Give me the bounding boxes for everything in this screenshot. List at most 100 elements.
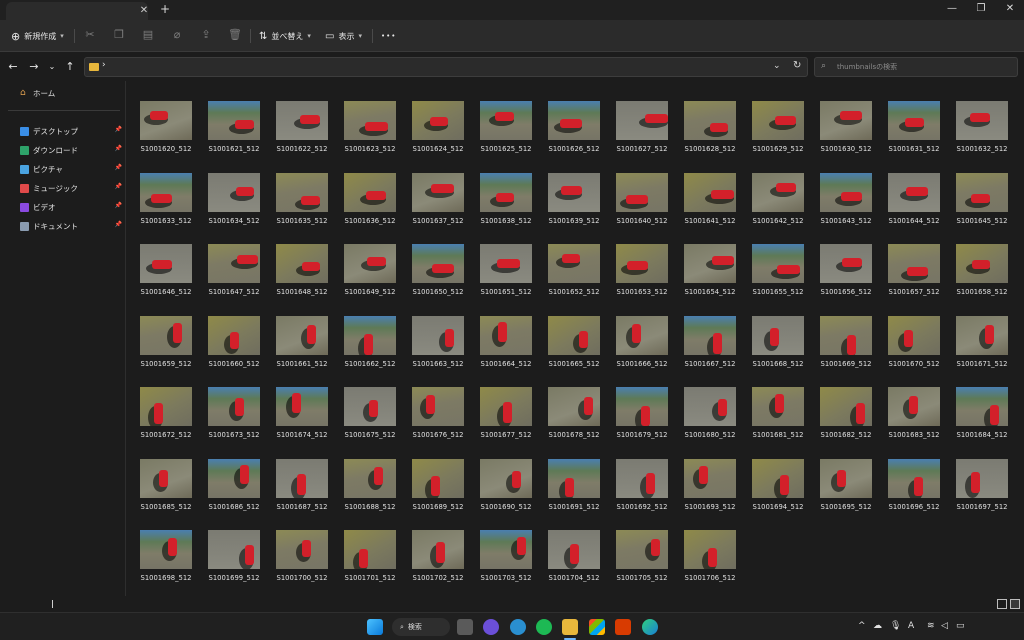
pin-icon[interactable]: 📌 bbox=[115, 202, 122, 209]
tab-close-icon[interactable]: ✕ bbox=[138, 5, 150, 17]
file-item[interactable]: S1001661_512 bbox=[270, 296, 330, 368]
file-item[interactable]: S1001667_512 bbox=[678, 296, 738, 368]
file-item[interactable]: S1001701_512 bbox=[338, 510, 398, 582]
file-item[interactable]: S1001681_512 bbox=[746, 367, 806, 439]
breadcrumb-separator[interactable]: › bbox=[102, 60, 106, 70]
file-item[interactable]: S1001655_512 bbox=[746, 224, 806, 296]
sidebar-item-quick-access[interactable]: ピクチャ 📌 bbox=[20, 162, 124, 176]
file-item[interactable]: S1001702_512 bbox=[406, 510, 466, 582]
sidebar-item-quick-access[interactable]: ドキュメント 📌 bbox=[20, 219, 124, 233]
minimize-button[interactable]: — bbox=[944, 2, 960, 16]
maximize-button[interactable]: ❐ bbox=[973, 2, 989, 16]
file-item[interactable]: S1001632_512 bbox=[950, 81, 1010, 153]
file-item[interactable]: S1001627_512 bbox=[610, 81, 670, 153]
file-item[interactable]: S1001623_512 bbox=[338, 81, 398, 153]
file-item[interactable]: S1001685_512 bbox=[134, 439, 194, 511]
sidebar-item-home[interactable]: ⌂ ホーム bbox=[20, 86, 124, 100]
file-item[interactable]: S1001675_512 bbox=[338, 367, 398, 439]
file-item[interactable]: S1001699_512 bbox=[202, 510, 262, 582]
file-item[interactable]: S1001679_512 bbox=[610, 367, 670, 439]
delete-icon[interactable]: 🗑 bbox=[228, 28, 242, 42]
file-item[interactable]: S1001686_512 bbox=[202, 439, 262, 511]
file-item[interactable]: S1001634_512 bbox=[202, 153, 262, 225]
pin-icon[interactable]: 📌 bbox=[115, 164, 122, 171]
search-box[interactable]: ⌕ bbox=[814, 57, 1018, 77]
globe-icon[interactable] bbox=[510, 619, 526, 635]
back-arrow-icon[interactable]: ← bbox=[6, 60, 20, 74]
file-item[interactable]: S1001628_512 bbox=[678, 81, 738, 153]
file-item[interactable]: S1001659_512 bbox=[134, 296, 194, 368]
file-item[interactable]: S1001690_512 bbox=[474, 439, 534, 511]
file-item[interactable]: S1001635_512 bbox=[270, 153, 330, 225]
store-icon[interactable] bbox=[589, 619, 605, 635]
file-item[interactable]: S1001644_512 bbox=[882, 153, 942, 225]
tab-current[interactable]: ✕ bbox=[6, 2, 148, 20]
sidebar-item-quick-access[interactable]: デスクトップ 📌 bbox=[20, 124, 124, 138]
file-item[interactable]: S1001658_512 bbox=[950, 224, 1010, 296]
copy-icon[interactable]: ❐ bbox=[112, 28, 126, 42]
file-item[interactable]: S1001656_512 bbox=[814, 224, 874, 296]
file-item[interactable]: S1001688_512 bbox=[338, 439, 398, 511]
file-item[interactable]: S1001622_512 bbox=[270, 81, 330, 153]
file-item[interactable]: S1001654_512 bbox=[678, 224, 738, 296]
file-item[interactable]: S1001680_512 bbox=[678, 367, 738, 439]
file-item[interactable]: S1001676_512 bbox=[406, 367, 466, 439]
file-item[interactable]: S1001652_512 bbox=[542, 224, 602, 296]
close-button[interactable]: ✕ bbox=[1002, 2, 1018, 16]
battery-icon[interactable]: ▭ bbox=[956, 621, 965, 631]
forward-arrow-icon[interactable]: → bbox=[27, 60, 41, 74]
file-item[interactable]: S1001637_512 bbox=[406, 153, 466, 225]
file-item[interactable]: S1001689_512 bbox=[406, 439, 466, 511]
file-item[interactable]: S1001692_512 bbox=[610, 439, 670, 511]
search-input[interactable] bbox=[837, 60, 1013, 74]
view-button[interactable]: ▭ 表示 ▾ bbox=[325, 28, 362, 44]
file-item[interactable]: S1001653_512 bbox=[610, 224, 670, 296]
file-item[interactable]: S1001668_512 bbox=[746, 296, 806, 368]
file-item[interactable]: S1001625_512 bbox=[474, 81, 534, 153]
file-item[interactable]: S1001683_512 bbox=[882, 367, 942, 439]
chat-icon[interactable] bbox=[483, 619, 499, 635]
file-item[interactable]: S1001672_512 bbox=[134, 367, 194, 439]
volume-icon[interactable]: ◁ bbox=[941, 621, 948, 631]
file-item[interactable]: S1001647_512 bbox=[202, 224, 262, 296]
sidebar-item-quick-access[interactable]: ビデオ 📌 bbox=[20, 200, 124, 214]
task-view-icon[interactable] bbox=[457, 619, 473, 635]
file-item[interactable]: S1001641_512 bbox=[678, 153, 738, 225]
sidebar-item-quick-access[interactable]: ダウンロード 📌 bbox=[20, 143, 124, 157]
file-item[interactable]: S1001664_512 bbox=[474, 296, 534, 368]
file-item[interactable]: S1001687_512 bbox=[270, 439, 330, 511]
file-item[interactable]: S1001697_512 bbox=[950, 439, 1010, 511]
file-item[interactable]: S1001663_512 bbox=[406, 296, 466, 368]
chevron-down-icon[interactable]: ⌄ bbox=[773, 61, 781, 71]
cloud-icon[interactable]: ☁ bbox=[873, 621, 882, 631]
file-item[interactable]: S1001633_512 bbox=[134, 153, 194, 225]
microphone-icon[interactable]: 🎙 bbox=[890, 621, 901, 631]
file-item[interactable]: S1001660_512 bbox=[202, 296, 262, 368]
tray-chevron-icon[interactable]: ^ bbox=[858, 621, 866, 631]
new-button[interactable]: ⊕ 新規作成 ▾ bbox=[11, 28, 64, 44]
file-item[interactable]: S1001621_512 bbox=[202, 81, 262, 153]
taskbar-search[interactable]: ⌕ 検索 bbox=[392, 618, 450, 636]
ime-icon[interactable]: A bbox=[908, 621, 914, 631]
file-item[interactable]: S1001695_512 bbox=[814, 439, 874, 511]
file-item[interactable]: S1001703_512 bbox=[474, 510, 534, 582]
start-icon[interactable] bbox=[367, 619, 383, 635]
up-arrow-icon[interactable]: ↑ bbox=[63, 60, 77, 74]
spotify-icon[interactable] bbox=[536, 619, 552, 635]
address-bar[interactable]: › ⌄ ↻ bbox=[84, 57, 808, 77]
thumbnail-view-icon[interactable] bbox=[1010, 599, 1020, 609]
file-item[interactable]: S1001666_512 bbox=[610, 296, 670, 368]
file-item[interactable]: S1001693_512 bbox=[678, 439, 738, 511]
file-item[interactable]: S1001649_512 bbox=[338, 224, 398, 296]
file-item[interactable]: S1001665_512 bbox=[542, 296, 602, 368]
file-item[interactable]: S1001694_512 bbox=[746, 439, 806, 511]
sidebar-item-quick-access[interactable]: ミュージック 📌 bbox=[20, 181, 124, 195]
file-item[interactable]: S1001698_512 bbox=[134, 510, 194, 582]
recent-chevron-icon[interactable]: ⌄ bbox=[45, 60, 59, 74]
file-item[interactable]: S1001624_512 bbox=[406, 81, 466, 153]
rename-icon[interactable]: ⌀ bbox=[170, 28, 184, 42]
file-item[interactable]: S1001642_512 bbox=[746, 153, 806, 225]
refresh-icon[interactable]: ↻ bbox=[793, 60, 801, 71]
file-item[interactable]: S1001631_512 bbox=[882, 81, 942, 153]
edge-icon[interactable] bbox=[642, 619, 658, 635]
